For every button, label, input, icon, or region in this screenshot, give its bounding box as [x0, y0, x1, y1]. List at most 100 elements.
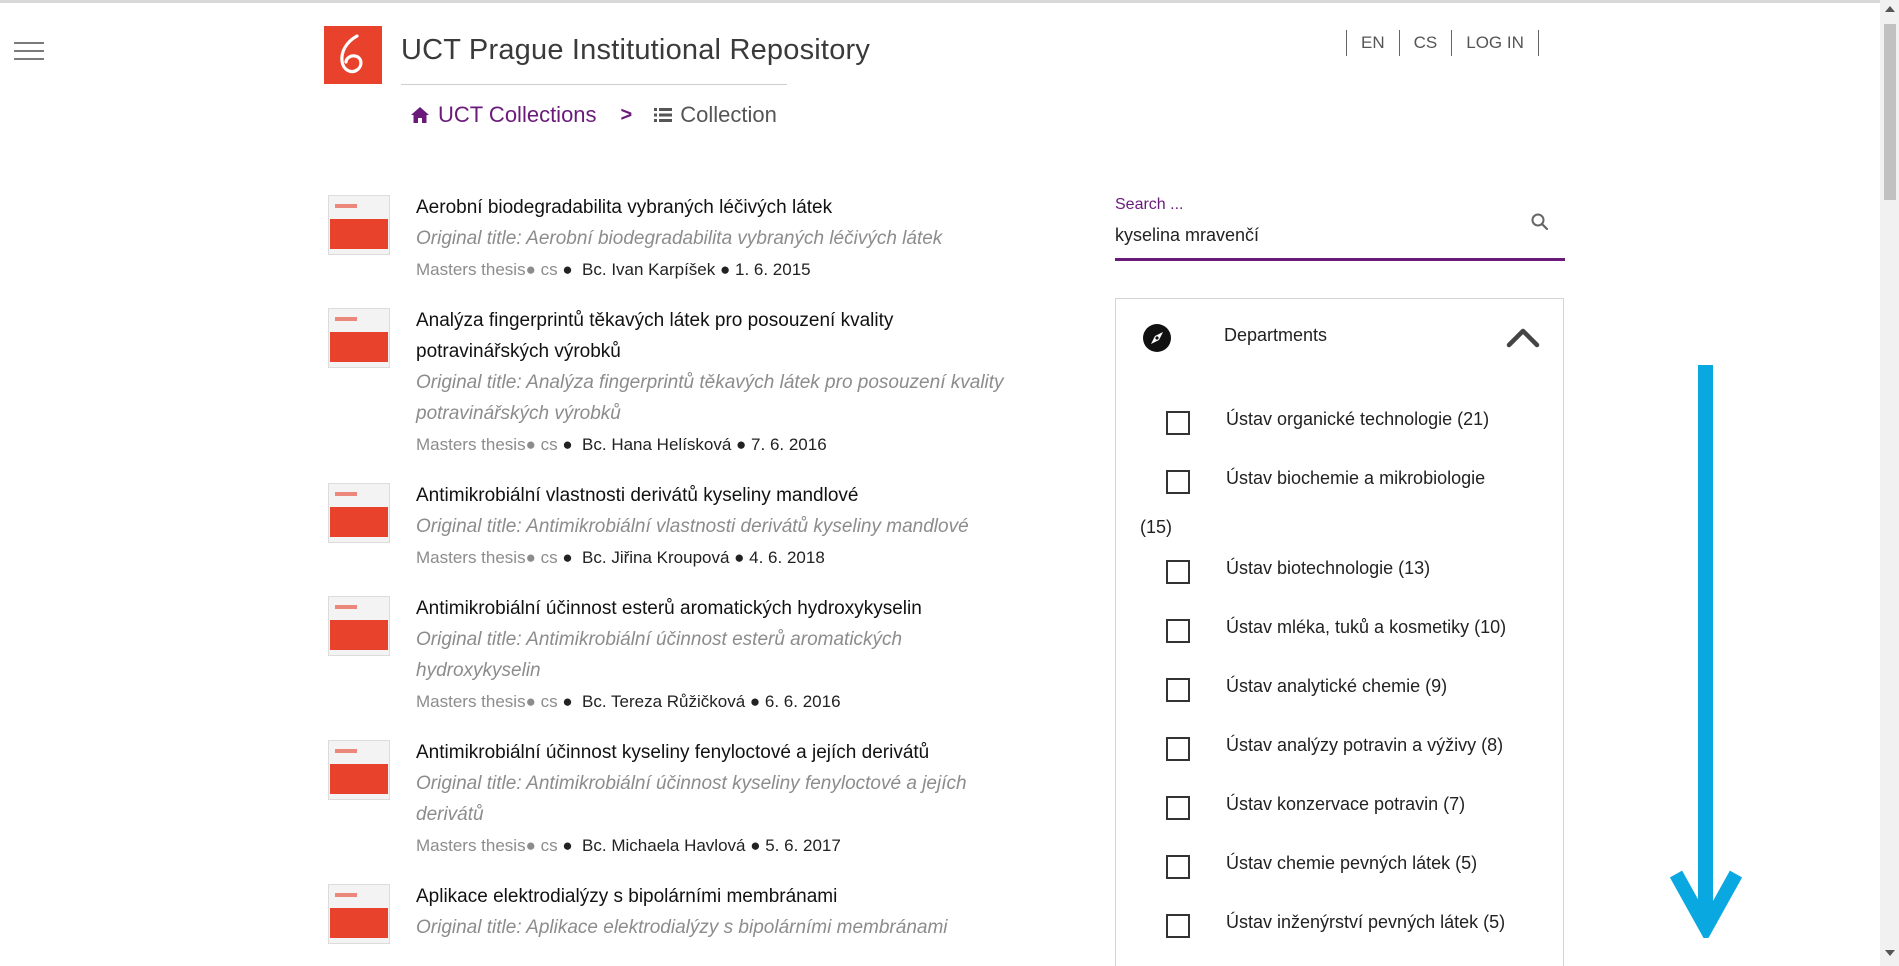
facet-title: Departments: [1224, 325, 1328, 345]
item-original-title: Original title: Antimikrobiální vlastnos…: [416, 516, 969, 537]
item-author: Bc. Tereza Růžičková: [582, 692, 746, 711]
facet-checkbox[interactable]: [1166, 470, 1190, 494]
meta-dot: ●: [557, 548, 583, 567]
item-type: Masters thesis: [416, 836, 526, 855]
item-author: Bc. Jiřina Kroupová: [582, 548, 730, 567]
scrollbar-thumb[interactable]: [1884, 24, 1896, 200]
item-lang-dot: ●: [525, 692, 541, 711]
top-nav: EN CS LOG IN: [1346, 30, 1539, 56]
meta-dot: ●: [729, 548, 750, 567]
breadcrumb-home-link[interactable]: UCT Collections: [410, 102, 597, 128]
facet-checkbox[interactable]: [1166, 737, 1190, 761]
breadcrumb: UCT Collections > Collection: [410, 100, 777, 130]
chevron-up-icon[interactable]: [1503, 321, 1543, 351]
item-date: 1. 6. 2015: [734, 260, 811, 279]
item-meta: Masters thesis● cs ● Bc. Tereza Růžičkov…: [416, 686, 1028, 717]
site-title[interactable]: UCT Prague Institutional Repository: [401, 34, 870, 67]
item-title-link[interactable]: Antimikrobiální vlastnosti derivátů kyse…: [416, 480, 1028, 511]
item-lang-dot: ●: [525, 836, 541, 855]
breadcrumb-home-label: UCT Collections: [438, 102, 597, 127]
thumbnail[interactable]: [328, 483, 390, 543]
breadcrumb-current-label: Collection: [680, 102, 777, 127]
meta-dot: ●: [557, 692, 583, 711]
item-lang: cs: [540, 260, 558, 279]
facet-option-label: Ústav inženýrství pevných látek (5): [1226, 912, 1506, 932]
meta-dot: ●: [557, 435, 583, 454]
home-icon: [411, 107, 429, 123]
item-title-link[interactable]: Antimikrobiální účinnost esterů aromatic…: [416, 593, 1028, 624]
scrollbar[interactable]: [1880, 0, 1899, 966]
departments-facet: Departments Ústav organické technologie …: [1115, 298, 1564, 966]
item-author: Bc. Michaela Havlová: [582, 836, 746, 855]
title-divider: [401, 84, 787, 85]
meta-dot: ●: [745, 836, 766, 855]
search-input[interactable]: [1115, 220, 1515, 250]
item-type: Masters thesis: [416, 548, 526, 567]
menu-line: [14, 58, 44, 60]
item-meta: Masters thesis● cs ● Bc. Michaela Havlov…: [416, 830, 1028, 861]
list-icon: [654, 108, 673, 122]
item-author: Bc. Ivan Karpíšek: [582, 260, 716, 279]
search-icon[interactable]: [1530, 212, 1550, 232]
item-lang-dot: ●: [525, 548, 541, 567]
scroll-down-arrow: [1698, 365, 1713, 920]
meta-dot: ●: [557, 260, 583, 279]
nav-divider: [1537, 30, 1539, 56]
item-lang: cs: [540, 435, 558, 454]
list-item: Antimikrobiální vlastnosti derivátů kyse…: [328, 480, 1028, 573]
item-date: 6. 6. 2016: [764, 692, 841, 711]
facet-option-label: Ústav konzervace potravin (7): [1226, 794, 1466, 814]
list-item: Antimikrobiální účinnost esterů aromatic…: [328, 593, 1028, 717]
item-lang: cs: [540, 548, 558, 567]
thumbnail[interactable]: [328, 740, 390, 800]
facet-option-label: Ústav mléka, tuků a kosmetiky (10): [1226, 617, 1507, 637]
facet-option-label: Ústav biotechnologie (13): [1226, 558, 1431, 578]
item-meta: Masters thesis● cs ● Bc. Jiřina Kroupová…: [416, 542, 1028, 573]
facet-checkbox[interactable]: [1166, 411, 1190, 435]
scroll-up-icon[interactable]: [1885, 6, 1895, 12]
thumbnail[interactable]: [328, 308, 390, 368]
facet-checkbox[interactable]: [1166, 855, 1190, 879]
thumbnail[interactable]: [328, 195, 390, 255]
item-lang-dot: ●: [525, 260, 541, 279]
facet-option-label: Ústav chemie pevných látek (5): [1226, 853, 1478, 873]
item-title-link[interactable]: Antimikrobiální účinnost kyseliny fenylo…: [416, 737, 1028, 768]
list-item: Aerobní biodegradabilita vybraných léčiv…: [328, 192, 1028, 285]
item-meta: Masters thesis● cs ● Bc. Hana Helísková …: [416, 429, 1028, 460]
item-title-link[interactable]: Analýza fingerprintů těkavých látek pro …: [416, 305, 1028, 367]
item-title-link[interactable]: Aerobní biodegradabilita vybraných léčiv…: [416, 192, 1028, 223]
logo-glyph: [340, 34, 363, 74]
top-border: [0, 0, 1880, 3]
item-title-link[interactable]: Aplikace elektrodialýzy s bipolárními me…: [416, 881, 1028, 912]
meta-dot: ●: [715, 260, 735, 279]
list-item: Analýza fingerprintů těkavých látek pro …: [328, 305, 1028, 460]
lang-en-link[interactable]: EN: [1347, 33, 1399, 53]
item-lang-dot: ●: [525, 435, 541, 454]
facet-option-label: (15): [1140, 517, 1173, 537]
item-original-title: Original title: Antimikrobiální účinnost…: [416, 773, 967, 825]
lang-cs-link[interactable]: CS: [1400, 33, 1452, 53]
item-author: Bc. Hana Helísková: [582, 435, 732, 454]
thumbnail[interactable]: [328, 884, 390, 944]
item-type: Masters thesis: [416, 692, 526, 711]
scroll-down-icon[interactable]: [1885, 950, 1895, 956]
meta-dot: ●: [731, 435, 752, 454]
facet-checkbox[interactable]: [1166, 914, 1190, 938]
list-item: Antimikrobiální účinnost kyseliny fenylo…: [328, 737, 1028, 861]
facet-option-label: Ústav organické technologie (21): [1226, 409, 1490, 429]
item-original-title: Original title: Analýza fingerprintů těk…: [416, 372, 1004, 424]
menu-icon[interactable]: [14, 42, 44, 64]
item-type: Masters thesis: [416, 435, 526, 454]
item-original-title: Original title: Antimikrobiální účinnost…: [416, 629, 903, 681]
search-underline: [1115, 258, 1565, 261]
login-link[interactable]: LOG IN: [1452, 33, 1538, 53]
logo-icon[interactable]: [324, 26, 382, 84]
facet-checkbox[interactable]: [1166, 796, 1190, 820]
menu-line: [14, 42, 44, 44]
facet-checkbox[interactable]: [1166, 678, 1190, 702]
thumbnail[interactable]: [328, 596, 390, 656]
facet-checkbox[interactable]: [1166, 619, 1190, 643]
facet-checkbox[interactable]: [1166, 560, 1190, 584]
item-meta: Masters thesis● cs ● Bc. Ivan Karpíšek ●…: [416, 254, 1028, 285]
meta-dot: ●: [745, 692, 765, 711]
